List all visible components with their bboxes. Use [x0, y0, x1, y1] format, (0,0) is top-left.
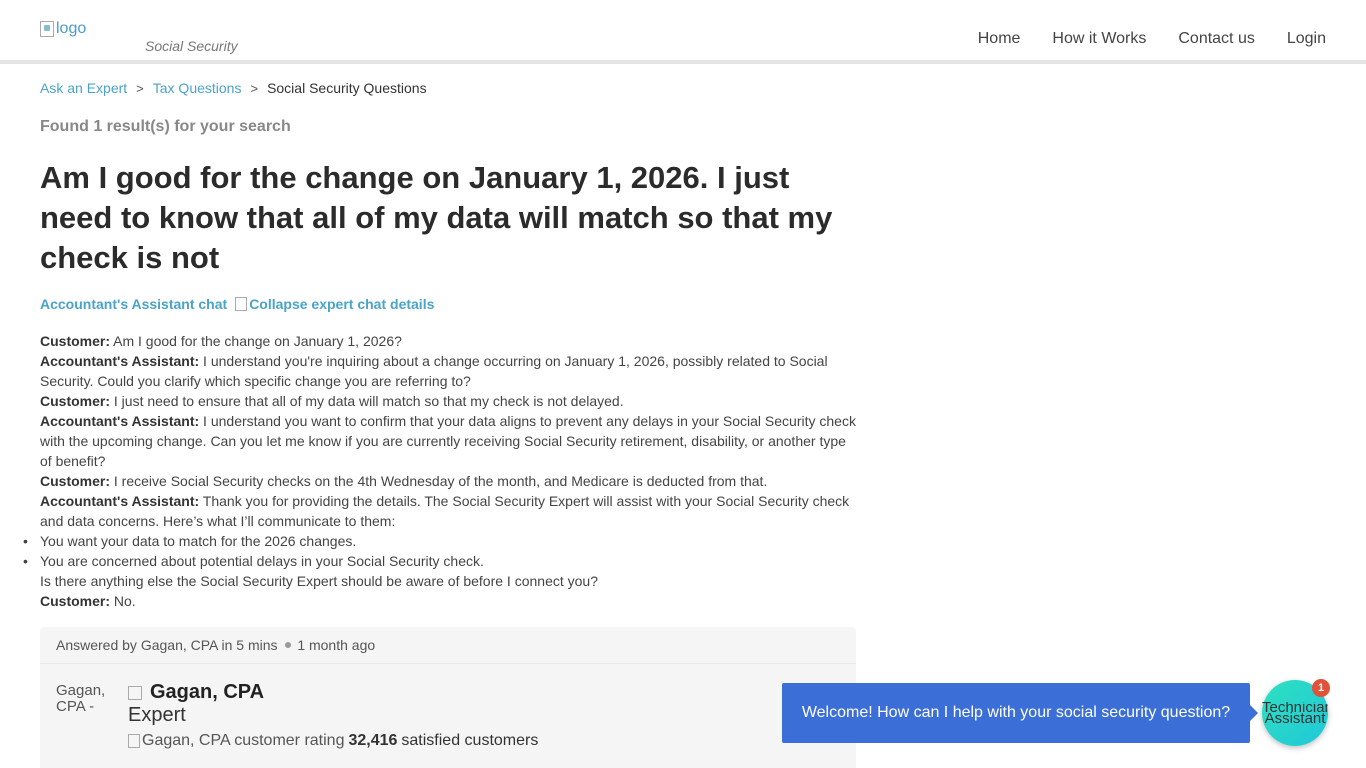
transcript-line: Accountant's Assistant: Thank you for pr…	[40, 491, 860, 531]
answer-meta: Answered by Gagan, CPA in 5 mins 1 month…	[40, 627, 856, 664]
broken-image-icon	[235, 297, 248, 311]
answer-card: Answered by Gagan, CPA in 5 mins 1 month…	[40, 627, 856, 768]
broken-image-icon	[128, 685, 142, 700]
dot-separator-icon	[285, 642, 292, 649]
avatar: Gagan, CPA -	[56, 683, 116, 723]
message-text: I just need to ensure that all of my dat…	[110, 393, 624, 409]
breadcrumb-current: Social Security Questions	[267, 80, 427, 96]
rating-alt-text: Gagan, CPA customer rating	[142, 732, 345, 749]
assistant-label: Technician Assistant	[1262, 702, 1328, 724]
rating-image: Gagan, CPA customer rating	[128, 732, 344, 750]
answered-by: Answered by Gagan, CPA in 5 mins	[56, 637, 278, 653]
expert-rating: Gagan, CPA customer rating 32,416 satisf…	[128, 732, 538, 750]
breadcrumb: Ask an Expert > Tax Questions > Social S…	[40, 80, 427, 96]
list-item: You want your data to match for the 2026…	[23, 531, 860, 551]
breadcrumb-separator: >	[250, 80, 259, 96]
summary-list: You want your data to match for the 2026…	[23, 531, 860, 571]
logo[interactable]: logo	[40, 20, 86, 38]
expert-name-text[interactable]: Gagan, CPA	[150, 681, 264, 704]
nav-how-it-works[interactable]: How it Works	[1052, 30, 1146, 48]
answer-time-ago: 1 month ago	[297, 637, 376, 653]
logo-alt-text: logo	[56, 20, 87, 37]
nav-contact-us[interactable]: Contact us	[1178, 30, 1254, 48]
speaker-label: Customer:	[40, 473, 111, 489]
chat-toggle[interactable]: Accountant's Assistant chat Collapse exp…	[40, 296, 434, 312]
transcript-line: Customer: Am I good for the change on Ja…	[40, 331, 860, 351]
message-text: I receive Social Security checks on the …	[110, 473, 768, 489]
breadcrumb-ask-an-expert[interactable]: Ask an Expert	[40, 80, 127, 96]
list-item: You are concerned about potential delays…	[23, 551, 860, 571]
speaker-label: Customer:	[40, 393, 111, 409]
chat-welcome-bubble[interactable]: Welcome! How can I help with your social…	[782, 683, 1258, 743]
broken-image-icon	[40, 21, 54, 37]
message-text: No.	[110, 593, 136, 609]
satisfied-count: 32,416	[348, 732, 398, 749]
transcript-line: Customer: No.	[40, 591, 860, 611]
main-nav: Home How it Works Contact us Login	[978, 30, 1326, 48]
notification-badge: 1	[1312, 679, 1330, 697]
speaker-label: Customer:	[40, 333, 111, 349]
nav-home[interactable]: Home	[978, 30, 1021, 48]
page-title: Am I good for the change on January 1, 2…	[40, 160, 833, 275]
chat-toggle-label[interactable]: Accountant's Assistant chat	[40, 296, 227, 312]
breadcrumb-tax-questions[interactable]: Tax Questions	[153, 80, 242, 96]
transcript-line: Customer: I just need to ensure that all…	[40, 391, 860, 411]
transcript-line: Accountant's Assistant: I understand you…	[40, 411, 860, 471]
expert-role: Expert	[128, 704, 186, 726]
speaker-label: Accountant's Assistant:	[40, 353, 200, 369]
collapse-alt-text: Collapse expert chat details	[249, 296, 435, 312]
transcript-line: Customer: I receive Social Security chec…	[40, 471, 860, 491]
message-text: Am I good for the change on January 1, 2…	[110, 333, 402, 349]
chat-transcript: Customer: Am I good for the change on Ja…	[23, 331, 860, 611]
speaker-label: Accountant's Assistant:	[40, 493, 200, 509]
logo-subtitle: Social Security	[145, 38, 238, 54]
nav-login[interactable]: Login	[1287, 30, 1326, 48]
speaker-label: Accountant's Assistant:	[40, 413, 200, 429]
transcript-line: Is there anything else the Social Securi…	[40, 573, 598, 589]
transcript-line: Accountant's Assistant: I understand you…	[40, 351, 860, 391]
expert-name[interactable]: Gagan, CPA	[128, 681, 264, 704]
collapse-chat-button[interactable]: Collapse expert chat details	[235, 296, 434, 312]
speaker-label: Customer:	[40, 593, 111, 609]
satisfied-label: satisfied customers	[401, 732, 539, 749]
avatar-alt-text: Gagan, CPA -	[56, 683, 106, 715]
breadcrumb-separator: >	[136, 80, 144, 96]
search-result-count: Found 1 result(s) for your search	[40, 118, 291, 135]
site-header: logo Social Security Home How it Works C…	[0, 0, 1366, 64]
broken-image-icon	[128, 734, 140, 748]
